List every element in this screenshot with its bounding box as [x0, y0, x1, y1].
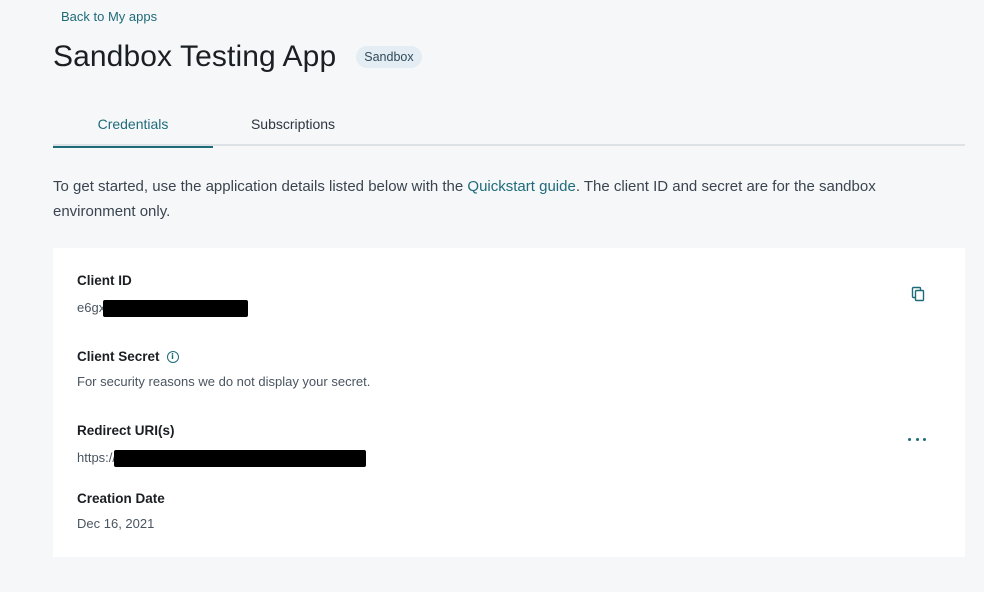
- redirect-uri-prefix: https://: [77, 450, 117, 465]
- page-title: Sandbox Testing App: [53, 40, 337, 73]
- info-icon[interactable]: i: [166, 350, 179, 363]
- client-secret-field: Client Secret i For security reasons we …: [77, 349, 370, 389]
- environment-badge: Sandbox: [356, 46, 422, 68]
- credentials-card: Client ID e6gx Client Secret i For secur…: [53, 248, 965, 557]
- more-options-icon[interactable]: [908, 432, 926, 446]
- client-secret-note: For security reasons we do not display y…: [77, 374, 371, 389]
- client-id-prefix: e6gx: [77, 300, 106, 315]
- tab-bar: Credentials Subscriptions: [53, 102, 965, 148]
- creation-date-value: Dec 16, 2021: [77, 516, 155, 531]
- client-id-field: Client ID e6gx: [77, 273, 249, 317]
- title-row: Sandbox Testing App Sandbox: [53, 40, 422, 74]
- redacted-redirect-uri: [114, 450, 367, 467]
- client-id-value: e6gx: [77, 298, 249, 317]
- quickstart-guide-link[interactable]: Quickstart guide: [467, 178, 575, 195]
- client-secret-label: Client Secret: [77, 349, 160, 364]
- creation-date-field: Creation Date Dec 16, 2021: [77, 491, 165, 531]
- client-secret-label-row: Client Secret i: [77, 349, 370, 364]
- copy-icon[interactable]: [910, 286, 926, 302]
- redirect-uris-label: Redirect URI(s): [77, 423, 175, 438]
- intro-text-before: To get started, use the application deta…: [53, 178, 468, 195]
- tab-subscriptions[interactable]: Subscriptions: [213, 102, 373, 146]
- app-details-page: Back to My apps Sandbox Testing App Sand…: [0, 0, 984, 592]
- creation-date-label: Creation Date: [77, 491, 165, 506]
- redirect-uris-field: Redirect URI(s) https://: [77, 423, 367, 467]
- back-to-apps-link[interactable]: Back to My apps: [61, 9, 157, 24]
- intro-text: To get started, use the application deta…: [53, 174, 933, 224]
- redirect-uris-value: https://: [77, 448, 367, 467]
- redacted-client-id: [103, 300, 249, 317]
- client-id-label: Client ID: [77, 273, 132, 288]
- tab-credentials[interactable]: Credentials: [53, 102, 213, 148]
